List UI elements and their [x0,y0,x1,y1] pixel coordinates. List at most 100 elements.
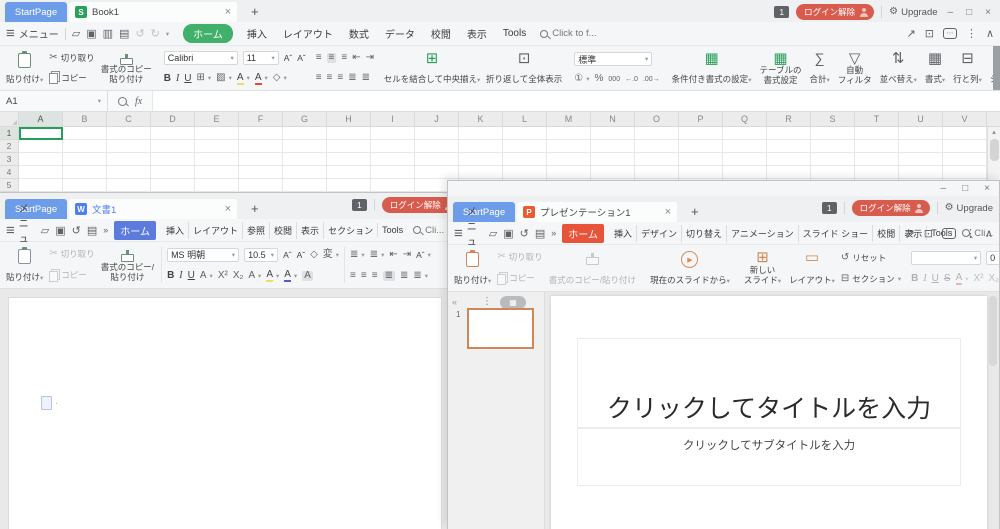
copy-button[interactable]: コピー [49,71,94,84]
distribute-icon[interactable]: ≣ [400,271,408,281]
close-window-button[interactable]: × [982,7,994,18]
share-icon[interactable]: ↗ [906,227,915,240]
column-header[interactable]: Q [723,112,767,126]
column-header[interactable]: P [679,112,723,126]
column-header[interactable]: I [371,112,415,126]
save-icon[interactable]: ▣ [86,27,96,40]
window-count-badge[interactable]: 1 [822,202,837,214]
decrease-font-button[interactable]: Aˇ [297,53,306,63]
fill-color-button[interactable]: ▨▾ [216,73,232,83]
copy-button[interactable]: コピー [49,269,94,282]
ribbon-tab[interactable]: デザイン [636,225,681,242]
doc-placeholder[interactable]: · [41,396,58,410]
save-icon[interactable]: ▣ [503,227,513,240]
format-painter-button[interactable]: 書式のコピー貼り付け [99,48,154,88]
column-header[interactable]: L [503,112,547,126]
scrollbar-thumb[interactable] [990,139,999,161]
underline-button[interactable]: U [184,73,191,84]
open-file-icon[interactable]: ▱ [489,227,497,240]
ribbon-tab[interactable]: Tools [495,26,534,41]
align-bottom-icon[interactable]: ≡ [341,53,347,63]
logout-button[interactable]: ログイン解除 [382,197,448,213]
column-header[interactable]: K [459,112,503,126]
format-painter-button[interactable]: 書式のコピー/貼り付け [99,244,156,286]
decrease-indent-icon[interactable]: ⇤ [352,53,360,63]
new-tab-button[interactable]: + [251,4,259,19]
outline-view-icon[interactable]: ⋮ [482,296,492,307]
autofilter-button[interactable]: ▽自動フィルタ [836,48,874,88]
column-header[interactable]: C [107,112,151,126]
ppt-document-tab[interactable]: P プレゼンテーション1 × [517,202,677,222]
cut-button[interactable]: ✂切り取り [49,52,94,64]
column-header[interactable]: J [415,112,459,126]
paste-button[interactable]: 貼り付け▾ [452,247,493,289]
cut-button[interactable]: ✂切り取り [49,248,94,260]
writer-document-tab[interactable]: W 文書1 × [69,199,237,219]
ribbon-tab[interactable]: 数式 [341,24,377,43]
font-name-combo[interactable]: MS 明朝▾ [167,248,239,262]
command-search[interactable]: Cli... [413,225,444,236]
undo-icon[interactable]: ↺ [520,227,529,240]
column-header[interactable]: B [63,112,107,126]
font-color-button[interactable]: A▾ [956,272,969,285]
print-preview-icon[interactable]: ▥ [103,27,113,40]
justify-icon[interactable]: ≣ [348,73,356,83]
highlight-button[interactable]: A▾ [266,269,279,282]
quickbar-more-icon[interactable]: » [551,228,556,238]
share-icon[interactable]: ↗ [907,27,916,40]
save-icon[interactable]: ▣ [55,224,65,237]
column-header[interactable]: T [855,112,899,126]
ribbon-tab[interactable]: 挿入 [162,222,188,239]
justify-icon[interactable]: ≣ [383,271,395,281]
collapse-ribbon-icon[interactable]: ∧ [985,227,993,240]
align-right-icon[interactable]: ≡ [337,73,343,83]
quickbar-more-icon[interactable]: » [103,225,108,235]
ribbon-tab[interactable]: セクション [323,222,377,239]
paste-button[interactable]: 貼り付け▾ [4,48,45,88]
slide-scrollbar[interactable] [989,296,997,524]
upgrade-button[interactable]: ⚙Upgrade [889,7,937,18]
align-left-icon[interactable]: ≡ [350,271,356,281]
ribbon-tab[interactable]: データ [377,24,423,43]
select-all-corner[interactable]: ◢ [0,112,19,126]
close-tab-icon[interactable]: × [225,7,231,18]
char-shading-button[interactable]: A [302,271,313,281]
wrap-text-button[interactable]: ⊡折り返して全体表示 [484,48,564,88]
logout-button[interactable]: ログイン解除 [852,200,930,216]
sort-button[interactable]: ⇅並べ替え▾ [878,48,919,88]
section-button[interactable]: ⊟セクション▾ [841,273,901,285]
print-icon[interactable]: ▤ [119,27,129,40]
row-header[interactable]: 5 [0,179,18,192]
comment-icon[interactable]: ⋯ [942,228,956,239]
clear-format-icon[interactable]: ◇ [310,250,318,260]
italic-button[interactable]: I [923,273,926,284]
percent-format-button[interactable]: % [595,74,604,84]
name-box[interactable]: A1▾ [0,91,108,111]
column-header[interactable]: R [767,112,811,126]
restore-button[interactable]: □ [963,7,975,18]
ribbon-tab[interactable]: 切り替え [681,225,726,242]
sum-button[interactable]: ∑合計▾ [807,48,831,88]
column-header[interactable]: F [239,112,283,126]
rows-cols-button[interactable]: ⊟行と列▾ [951,48,984,88]
ribbon-tab[interactable]: レイアウト [275,24,341,43]
font-name-combo[interactable]: ▾ [911,251,981,265]
reset-button[interactable]: ↺リセット [841,252,901,264]
bullets-button[interactable]: ≣▾ [350,250,365,260]
comma-format-button[interactable]: 000 [608,76,620,83]
column-header[interactable]: D [151,112,195,126]
text-effect-button[interactable]: A▾ [248,271,261,281]
increase-indent-icon[interactable]: ⇥ [403,250,411,260]
ribbon-tab[interactable]: レイアウト [188,222,242,239]
window-count-badge[interactable]: 1 [352,199,367,211]
selected-cell-a1[interactable] [19,127,63,140]
new-tab-button[interactable]: + [251,201,259,216]
increase-font-button[interactable]: Aˆ [283,250,292,260]
column-header[interactable]: A [19,112,63,126]
align-top-icon[interactable]: ≡ [316,53,322,63]
minimize-button[interactable]: – [938,183,950,194]
print-icon[interactable]: ▤ [87,224,97,237]
font-color-button[interactable]: A▾ [284,269,297,282]
export-icon[interactable]: ⊡ [925,27,934,40]
writer-ribbon-tab-home[interactable]: ホーム [114,221,156,240]
